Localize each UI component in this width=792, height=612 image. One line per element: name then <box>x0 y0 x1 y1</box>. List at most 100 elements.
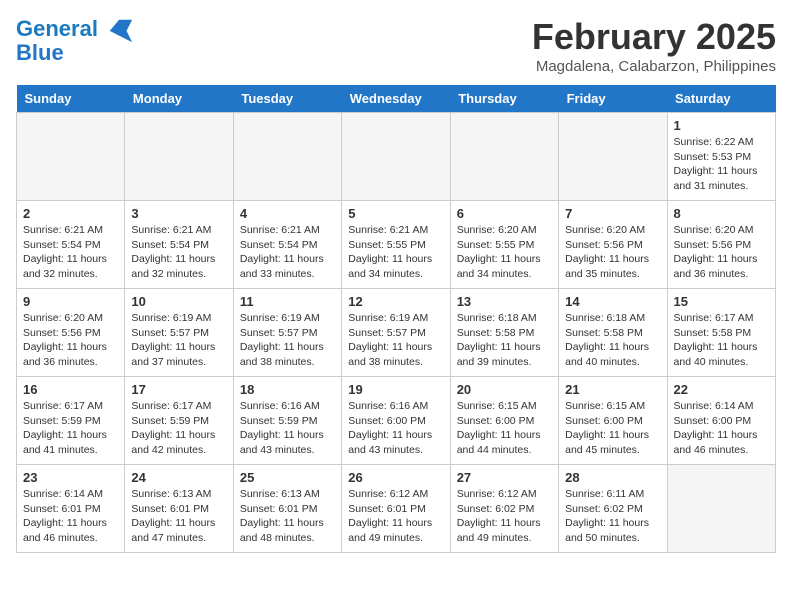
day-info: Sunrise: 6:15 AM Sunset: 6:00 PM Dayligh… <box>565 399 660 458</box>
day-info: Sunrise: 6:21 AM Sunset: 5:54 PM Dayligh… <box>23 223 118 282</box>
day-number: 23 <box>23 470 118 485</box>
calendar-cell <box>125 113 233 201</box>
calendar-body: 1 Sunrise: 6:22 AM Sunset: 5:53 PM Daylig… <box>17 113 776 553</box>
day-info: Sunrise: 6:19 AM Sunset: 5:57 PM Dayligh… <box>131 311 226 370</box>
day-number: 14 <box>565 294 660 309</box>
calendar-cell: 22 Sunrise: 6:14 AM Sunset: 6:00 PM Dayli… <box>667 377 775 465</box>
day-info: Sunrise: 6:20 AM Sunset: 5:56 PM Dayligh… <box>674 223 769 282</box>
day-info: Sunrise: 6:20 AM Sunset: 5:56 PM Dayligh… <box>565 223 660 282</box>
day-info: Sunrise: 6:14 AM Sunset: 6:00 PM Dayligh… <box>674 399 769 458</box>
day-info: Sunrise: 6:13 AM Sunset: 6:01 PM Dayligh… <box>240 487 335 546</box>
day-number: 4 <box>240 206 335 221</box>
calendar-cell: 25Sunrise: 6:13 AM Sunset: 6:01 PM Dayli… <box>233 465 341 553</box>
calendar-cell: 12 Sunrise: 6:19 AM Sunset: 5:57 PM Dayli… <box>342 289 450 377</box>
day-info: Sunrise: 6:20 AM Sunset: 5:56 PM Dayligh… <box>23 311 118 370</box>
calendar-cell: 6 Sunrise: 6:20 AM Sunset: 5:55 PM Daylig… <box>450 201 558 289</box>
calendar-cell: 24 Sunrise: 6:13 AM Sunset: 6:01 PM Dayli… <box>125 465 233 553</box>
calendar-cell: 15 Sunrise: 6:17 AM Sunset: 5:58 PM Dayli… <box>667 289 775 377</box>
location: Magdalena, Calabarzon, Philippines <box>532 58 776 75</box>
calendar-cell: 5 Sunrise: 6:21 AM Sunset: 5:55 PM Daylig… <box>342 201 450 289</box>
day-number: 26 <box>348 470 443 485</box>
week-row-5: 23 Sunrise: 6:14 AM Sunset: 6:01 PM Dayli… <box>17 465 776 553</box>
day-number: 2 <box>23 206 118 221</box>
day-info: Sunrise: 6:16 AM Sunset: 6:00 PM Dayligh… <box>348 399 443 458</box>
calendar-cell: 13 Sunrise: 6:18 AM Sunset: 5:58 PM Dayli… <box>450 289 558 377</box>
month-title: February 2025 <box>532 16 776 58</box>
day-number: 7 <box>565 206 660 221</box>
calendar-cell: 28 Sunrise: 6:11 AM Sunset: 6:02 PM Dayli… <box>559 465 667 553</box>
calendar-cell: 23 Sunrise: 6:14 AM Sunset: 6:01 PM Dayli… <box>17 465 125 553</box>
calendar-cell <box>233 113 341 201</box>
weekday-header-sunday: Sunday <box>17 85 125 113</box>
calendar-cell: 2 Sunrise: 6:21 AM Sunset: 5:54 PM Daylig… <box>17 201 125 289</box>
day-number: 17 <box>131 382 226 397</box>
day-info: Sunrise: 6:18 AM Sunset: 5:58 PM Dayligh… <box>565 311 660 370</box>
day-info: Sunrise: 6:13 AM Sunset: 6:01 PM Dayligh… <box>131 487 226 546</box>
day-info: Sunrise: 6:21 AM Sunset: 5:54 PM Dayligh… <box>240 223 335 282</box>
day-number: 24 <box>131 470 226 485</box>
calendar-cell <box>559 113 667 201</box>
calendar-cell: 4 Sunrise: 6:21 AM Sunset: 5:54 PM Daylig… <box>233 201 341 289</box>
calendar-cell: 21 Sunrise: 6:15 AM Sunset: 6:00 PM Dayli… <box>559 377 667 465</box>
day-info: Sunrise: 6:20 AM Sunset: 5:55 PM Dayligh… <box>457 223 552 282</box>
day-info: Sunrise: 6:15 AM Sunset: 6:00 PM Dayligh… <box>457 399 552 458</box>
weekday-header-wednesday: Wednesday <box>342 85 450 113</box>
day-number: 3 <box>131 206 226 221</box>
calendar-cell: 9 Sunrise: 6:20 AM Sunset: 5:56 PM Daylig… <box>17 289 125 377</box>
day-info: Sunrise: 6:14 AM Sunset: 6:01 PM Dayligh… <box>23 487 118 546</box>
weekday-header-thursday: Thursday <box>450 85 558 113</box>
week-row-4: 16 Sunrise: 6:17 AM Sunset: 5:59 PM Dayli… <box>17 377 776 465</box>
day-number: 11 <box>240 294 335 309</box>
weekday-header-saturday: Saturday <box>667 85 775 113</box>
day-number: 6 <box>457 206 552 221</box>
day-info: Sunrise: 6:22 AM Sunset: 5:53 PM Dayligh… <box>674 135 769 194</box>
day-info: Sunrise: 6:17 AM Sunset: 5:59 PM Dayligh… <box>23 399 118 458</box>
calendar-cell: 8 Sunrise: 6:20 AM Sunset: 5:56 PM Daylig… <box>667 201 775 289</box>
weekday-header-monday: Monday <box>125 85 233 113</box>
page-header: General Blue February 2025 Magdalena, Ca… <box>16 16 776 75</box>
day-info: Sunrise: 6:17 AM Sunset: 5:59 PM Dayligh… <box>131 399 226 458</box>
day-info: Sunrise: 6:12 AM Sunset: 6:01 PM Dayligh… <box>348 487 443 546</box>
day-number: 22 <box>674 382 769 397</box>
day-number: 1 <box>674 118 769 133</box>
logo: General Blue <box>16 16 134 66</box>
calendar-cell <box>450 113 558 201</box>
day-info: Sunrise: 6:21 AM Sunset: 5:54 PM Dayligh… <box>131 223 226 282</box>
day-info: Sunrise: 6:11 AM Sunset: 6:02 PM Dayligh… <box>565 487 660 546</box>
calendar-cell: 26 Sunrise: 6:12 AM Sunset: 6:01 PM Dayli… <box>342 465 450 553</box>
day-info: Sunrise: 6:16 AM Sunset: 5:59 PM Dayligh… <box>240 399 335 458</box>
day-number: 5 <box>348 206 443 221</box>
calendar-cell: 11 Sunrise: 6:19 AM Sunset: 5:57 PM Dayli… <box>233 289 341 377</box>
calendar-table: SundayMondayTuesdayWednesdayThursdayFrid… <box>16 85 776 553</box>
day-number: 10 <box>131 294 226 309</box>
day-info: Sunrise: 6:18 AM Sunset: 5:58 PM Dayligh… <box>457 311 552 370</box>
week-row-3: 9 Sunrise: 6:20 AM Sunset: 5:56 PM Daylig… <box>17 289 776 377</box>
day-info: Sunrise: 6:19 AM Sunset: 5:57 PM Dayligh… <box>348 311 443 370</box>
day-info: Sunrise: 6:12 AM Sunset: 6:02 PM Dayligh… <box>457 487 552 546</box>
day-number: 21 <box>565 382 660 397</box>
day-number: 8 <box>674 206 769 221</box>
calendar-cell: 17 Sunrise: 6:17 AM Sunset: 5:59 PM Dayli… <box>125 377 233 465</box>
day-number: 28 <box>565 470 660 485</box>
calendar-cell: 20 Sunrise: 6:15 AM Sunset: 6:00 PM Dayli… <box>450 377 558 465</box>
day-number: 20 <box>457 382 552 397</box>
day-number: 9 <box>23 294 118 309</box>
day-number: 16 <box>23 382 118 397</box>
calendar-cell: 7 Sunrise: 6:20 AM Sunset: 5:56 PM Daylig… <box>559 201 667 289</box>
calendar-cell: 10 Sunrise: 6:19 AM Sunset: 5:57 PM Dayli… <box>125 289 233 377</box>
calendar-cell: 18Sunrise: 6:16 AM Sunset: 5:59 PM Dayli… <box>233 377 341 465</box>
calendar-cell: 1 Sunrise: 6:22 AM Sunset: 5:53 PM Daylig… <box>667 113 775 201</box>
day-info: Sunrise: 6:21 AM Sunset: 5:55 PM Dayligh… <box>348 223 443 282</box>
calendar-cell: 3 Sunrise: 6:21 AM Sunset: 5:54 PM Daylig… <box>125 201 233 289</box>
day-number: 15 <box>674 294 769 309</box>
weekday-header-tuesday: Tuesday <box>233 85 341 113</box>
day-number: 12 <box>348 294 443 309</box>
day-info: Sunrise: 6:17 AM Sunset: 5:58 PM Dayligh… <box>674 311 769 370</box>
calendar-cell <box>342 113 450 201</box>
day-number: 13 <box>457 294 552 309</box>
calendar-cell: 14 Sunrise: 6:18 AM Sunset: 5:58 PM Dayli… <box>559 289 667 377</box>
title-block: February 2025 Magdalena, Calabarzon, Phi… <box>532 16 776 75</box>
day-info: Sunrise: 6:19 AM Sunset: 5:57 PM Dayligh… <box>240 311 335 370</box>
calendar-cell: 27 Sunrise: 6:12 AM Sunset: 6:02 PM Dayli… <box>450 465 558 553</box>
day-number: 27 <box>457 470 552 485</box>
